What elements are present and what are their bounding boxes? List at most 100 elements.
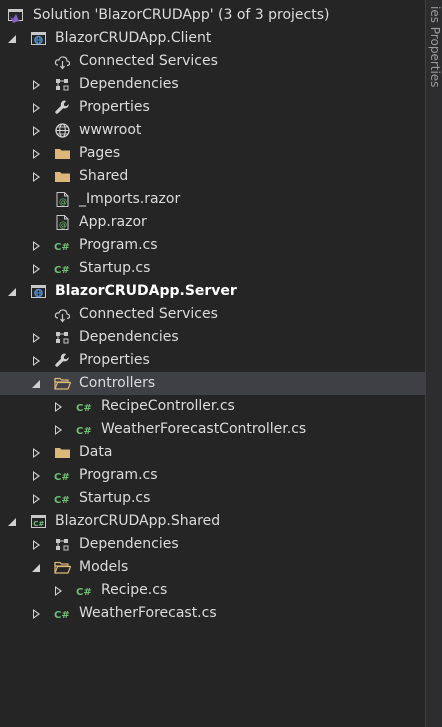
solution-tree: Solution 'BlazorCRUDApp' (3 of 3 project…: [0, 4, 426, 625]
expand-arrow-icon[interactable]: [52, 418, 64, 441]
csharp-file-icon: C#: [76, 398, 93, 415]
razor-file-icon: @: [54, 191, 71, 208]
expand-arrow-icon[interactable]: [52, 579, 64, 602]
tree-node-label: Connected Services: [79, 53, 218, 69]
expand-arrow-icon[interactable]: [30, 441, 42, 464]
collapse-arrow-icon[interactable]: [6, 510, 18, 533]
solution-explorer: Solution 'BlazorCRUDApp' (3 of 3 project…: [0, 0, 442, 727]
tree-node[interactable]: C# Program.cs: [0, 234, 426, 257]
expand-arrow-icon[interactable]: [30, 234, 42, 257]
tree-node[interactable]: Controllers: [0, 372, 426, 395]
tree-node[interactable]: Properties: [0, 96, 426, 119]
tree-node-label: Startup.cs: [79, 490, 151, 506]
collapse-arrow-icon[interactable]: [30, 372, 42, 395]
tree-node[interactable]: Properties: [0, 349, 426, 372]
tree-node-label: Recipe.cs: [101, 582, 168, 598]
side-tab-label: ies Properties: [428, 6, 442, 88]
tree-node[interactable]: C# Program.cs: [0, 464, 426, 487]
dependencies-icon: [54, 329, 71, 346]
expand-arrow-icon[interactable]: [30, 257, 42, 280]
svg-text:C#: C#: [54, 265, 70, 276]
tree-node-label: Shared: [79, 168, 129, 184]
tree-node-label: Dependencies: [79, 76, 179, 92]
expand-arrow-icon[interactable]: [30, 464, 42, 487]
svg-text:C#: C#: [76, 587, 92, 598]
tree-node[interactable]: Data: [0, 441, 426, 464]
folder-icon: [54, 444, 71, 461]
svg-text:C#: C#: [76, 426, 92, 437]
tree-node-label: Connected Services: [79, 306, 218, 322]
tree-node-label: RecipeController.cs: [101, 398, 235, 414]
web-project-icon: [30, 30, 47, 47]
tree-node[interactable]: Dependencies: [0, 533, 426, 556]
svg-text:C#: C#: [54, 495, 70, 506]
svg-text:C#: C#: [76, 403, 92, 414]
tree-node[interactable]: Dependencies: [0, 326, 426, 349]
csharp-file-icon: C#: [54, 467, 71, 484]
csharp-file-icon: C#: [54, 605, 71, 622]
csharp-file-icon: C#: [76, 421, 93, 438]
tree-node[interactable]: Pages: [0, 142, 426, 165]
svg-text:@: @: [59, 197, 67, 206]
collapse-arrow-icon[interactable]: [6, 27, 18, 50]
wrench-icon: [54, 352, 71, 369]
csharp-project-icon: C#: [30, 513, 47, 530]
solution-icon: [7, 7, 24, 24]
dependencies-icon: [54, 76, 71, 93]
tree-node[interactable]: C# Startup.cs: [0, 487, 426, 510]
tree-node[interactable]: BlazorCRUDApp.Client: [0, 27, 426, 50]
expand-arrow-icon[interactable]: [30, 73, 42, 96]
expand-arrow-icon[interactable]: [30, 96, 42, 119]
csharp-file-icon: C#: [54, 260, 71, 277]
tree-node-label: Program.cs: [79, 467, 158, 483]
tree-node[interactable]: C# Recipe.cs: [0, 579, 426, 602]
expand-arrow-icon[interactable]: [30, 142, 42, 165]
csharp-file-icon: C#: [76, 582, 93, 599]
tree-node-label: Dependencies: [79, 329, 179, 345]
tree-node[interactable]: C# WeatherForecast.cs: [0, 602, 426, 625]
expand-arrow-icon[interactable]: [30, 487, 42, 510]
expand-arrow-icon[interactable]: [30, 119, 42, 142]
expand-arrow-icon[interactable]: [52, 395, 64, 418]
tree-node[interactable]: BlazorCRUDApp.Server: [0, 280, 426, 303]
tree-node-label: BlazorCRUDApp.Server: [55, 283, 237, 299]
tree-node[interactable]: Connected Services: [0, 50, 426, 73]
dependencies-icon: [54, 536, 71, 553]
razor-file-icon: @: [54, 214, 71, 231]
tree-node[interactable]: Models: [0, 556, 426, 579]
tree-node-label: _Imports.razor: [79, 191, 181, 207]
expand-arrow-icon[interactable]: [30, 533, 42, 556]
solution-node[interactable]: Solution 'BlazorCRUDApp' (3 of 3 project…: [0, 4, 426, 27]
tree-node-label: Data: [79, 444, 113, 460]
tree-node[interactable]: Shared: [0, 165, 426, 188]
svg-text:C#: C#: [33, 520, 44, 528]
csharp-file-icon: C#: [54, 490, 71, 507]
tree-node-label: App.razor: [79, 214, 147, 230]
wrench-icon: [54, 99, 71, 116]
web-project-icon: [30, 283, 47, 300]
tree-node[interactable]: C# BlazorCRUDApp.Shared: [0, 510, 426, 533]
tree-node-label: Program.cs: [79, 237, 158, 253]
tree-node[interactable]: C# Startup.cs: [0, 257, 426, 280]
tree-node-label: BlazorCRUDApp.Shared: [55, 513, 221, 529]
expand-arrow-icon[interactable]: [30, 165, 42, 188]
tree-node-label: WeatherForecastController.cs: [101, 421, 307, 437]
tree-node[interactable]: wwwroot: [0, 119, 426, 142]
svg-text:C#: C#: [54, 472, 70, 483]
expand-arrow-icon[interactable]: [30, 326, 42, 349]
tree-node[interactable]: C# RecipeController.cs: [0, 395, 426, 418]
collapse-arrow-icon[interactable]: [6, 280, 18, 303]
tree-node-label: WeatherForecast.cs: [79, 605, 217, 621]
expand-arrow-icon[interactable]: [30, 349, 42, 372]
collapse-arrow-icon[interactable]: [30, 556, 42, 579]
properties-side-tab[interactable]: ies Properties: [425, 0, 442, 727]
tree-node[interactable]: Connected Services: [0, 303, 426, 326]
expand-arrow-icon[interactable]: [30, 602, 42, 625]
tree-node[interactable]: Dependencies: [0, 73, 426, 96]
tree-node[interactable]: @ App.razor: [0, 211, 426, 234]
tree-node[interactable]: C# WeatherForecastController.cs: [0, 418, 426, 441]
tree-node[interactable]: @ _Imports.razor: [0, 188, 426, 211]
tree-node-label: Dependencies: [79, 536, 179, 552]
tree-node-label: Properties: [79, 352, 150, 368]
tree-node-label: Pages: [79, 145, 121, 161]
